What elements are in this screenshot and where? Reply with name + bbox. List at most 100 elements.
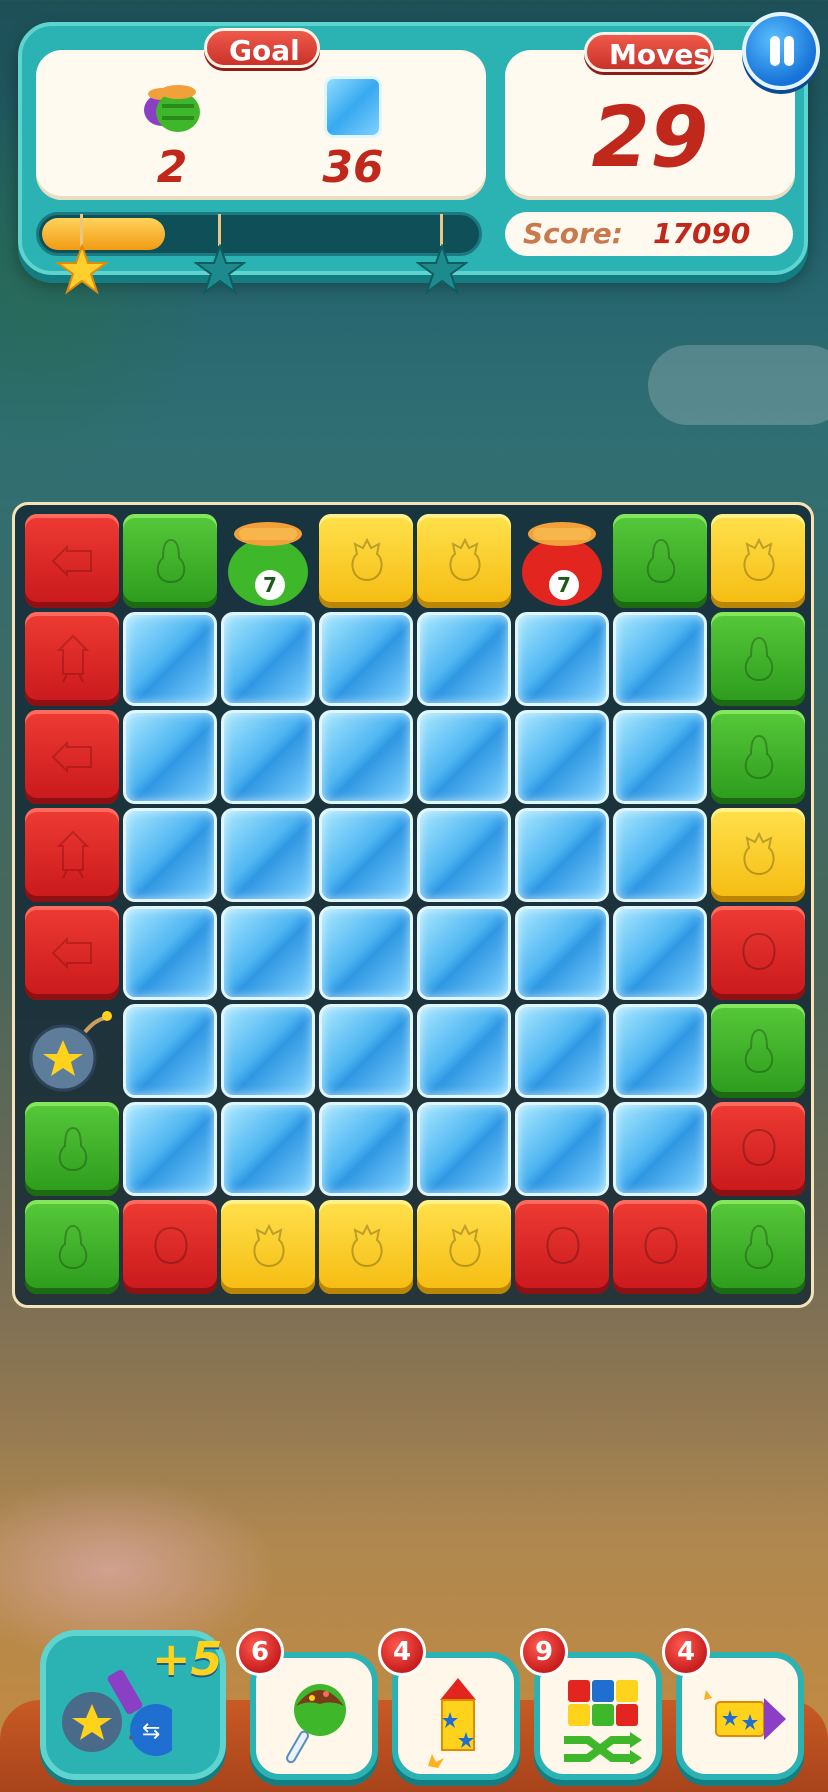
- board-cell[interactable]: 7: [220, 513, 316, 609]
- ice-block: [417, 1102, 511, 1196]
- board-cell[interactable]: [710, 709, 806, 805]
- ice-block: [123, 1004, 217, 1098]
- board-cell[interactable]: [416, 1003, 512, 1099]
- board-cell[interactable]: [122, 513, 218, 609]
- ice-block: [613, 906, 707, 1000]
- board-cell[interactable]: [318, 1101, 414, 1197]
- ice-block: [319, 808, 413, 902]
- ice-block: [515, 1004, 609, 1098]
- board-cell[interactable]: [416, 611, 512, 707]
- board-cell[interactable]: [24, 1199, 120, 1295]
- board-cell[interactable]: [24, 807, 120, 903]
- ice-block: [319, 612, 413, 706]
- pear-icon: [744, 1028, 774, 1074]
- board-cell[interactable]: [612, 1199, 708, 1295]
- board-cell[interactable]: [514, 1003, 610, 1099]
- board-cell[interactable]: [220, 1199, 316, 1295]
- board-cell[interactable]: [220, 807, 316, 903]
- board-cell[interactable]: [24, 709, 120, 805]
- board-cell[interactable]: [710, 1199, 806, 1295]
- board-cell[interactable]: [514, 611, 610, 707]
- board-cell[interactable]: [122, 709, 218, 805]
- green-block: [711, 1004, 805, 1098]
- firework-rocket-count: 4: [378, 1628, 426, 1676]
- board-cell[interactable]: [122, 1003, 218, 1099]
- ice-block: [515, 612, 609, 706]
- board-cell[interactable]: [318, 611, 414, 707]
- board-cell[interactable]: [710, 1101, 806, 1197]
- pineapple-icon: [253, 1223, 285, 1268]
- yellow-block: [221, 1200, 315, 1294]
- board-cell[interactable]: [318, 1003, 414, 1099]
- yellow-block: [417, 514, 511, 608]
- board-cell[interactable]: [318, 807, 414, 903]
- board-cell[interactable]: [318, 1199, 414, 1295]
- board-cell[interactable]: [514, 905, 610, 1001]
- cannon-booster[interactable]: 4: [662, 1628, 804, 1780]
- board-cell[interactable]: [220, 905, 316, 1001]
- board-cell[interactable]: [612, 1101, 708, 1197]
- board-cell[interactable]: [710, 1003, 806, 1099]
- board-cell[interactable]: [318, 709, 414, 805]
- board-cell[interactable]: [122, 1199, 218, 1295]
- board-cell[interactable]: [514, 807, 610, 903]
- board-cell[interactable]: [24, 905, 120, 1001]
- board-cell[interactable]: [220, 709, 316, 805]
- shuffle-booster[interactable]: 9: [520, 1628, 662, 1780]
- board-cell[interactable]: [24, 513, 120, 609]
- board-cell[interactable]: [612, 807, 708, 903]
- board-cell[interactable]: [710, 611, 806, 707]
- board-cell[interactable]: [612, 709, 708, 805]
- board-cell[interactable]: [710, 905, 806, 1001]
- ice-block: [613, 612, 707, 706]
- board-cell[interactable]: 7: [514, 513, 610, 609]
- board-cell[interactable]: [220, 611, 316, 707]
- pause-button[interactable]: [742, 12, 820, 90]
- board-cell[interactable]: [416, 1199, 512, 1295]
- board-cell[interactable]: [220, 1101, 316, 1197]
- ice-block: [515, 1102, 609, 1196]
- pear-icon: [744, 734, 774, 780]
- board-cell[interactable]: [612, 905, 708, 1001]
- board-cell[interactable]: [220, 1003, 316, 1099]
- board-cell[interactable]: [318, 905, 414, 1001]
- board-cell[interactable]: [514, 1101, 610, 1197]
- ice-block: [515, 808, 609, 902]
- board-cell[interactable]: [612, 513, 708, 609]
- board-cell[interactable]: [612, 611, 708, 707]
- red-rocket-block: [25, 906, 119, 1000]
- ice-block: [221, 1004, 315, 1098]
- cannon-icon: [704, 1690, 786, 1740]
- board-cell[interactable]: [24, 1101, 120, 1197]
- cloud-decoration: [648, 345, 828, 425]
- board-cell[interactable]: [122, 807, 218, 903]
- combo-booster-button[interactable]: + ⇆ +5: [40, 1630, 226, 1780]
- board-cell[interactable]: [710, 807, 806, 903]
- board-cell[interactable]: [122, 1101, 218, 1197]
- firework-rocket-booster[interactable]: 4: [378, 1628, 520, 1780]
- board-cell[interactable]: [24, 1003, 120, 1099]
- yellow-block: [711, 514, 805, 608]
- bomb-booster: [25, 1004, 119, 1098]
- ice-goal-count: 36: [322, 142, 384, 193]
- board-cell[interactable]: [122, 611, 218, 707]
- board-cell[interactable]: [24, 611, 120, 707]
- candy-apple-booster[interactable]: 6: [236, 1628, 378, 1780]
- board-cell[interactable]: [416, 709, 512, 805]
- board-cell[interactable]: [122, 905, 218, 1001]
- green-block: [613, 514, 707, 608]
- board-cell[interactable]: [710, 513, 806, 609]
- board-cell[interactable]: [514, 709, 610, 805]
- board-cell[interactable]: [318, 513, 414, 609]
- board-cell[interactable]: [416, 905, 512, 1001]
- red-block: [515, 1200, 609, 1294]
- board-cell[interactable]: [612, 1003, 708, 1099]
- board-cell[interactable]: [416, 1101, 512, 1197]
- board-cell[interactable]: [416, 513, 512, 609]
- candy-apple-count: 6: [236, 1628, 284, 1676]
- board-cell[interactable]: [514, 1199, 610, 1295]
- pear-icon: [744, 1224, 774, 1270]
- goal-label: Goal: [204, 28, 320, 68]
- rocket-icon: [51, 544, 92, 578]
- board-cell[interactable]: [416, 807, 512, 903]
